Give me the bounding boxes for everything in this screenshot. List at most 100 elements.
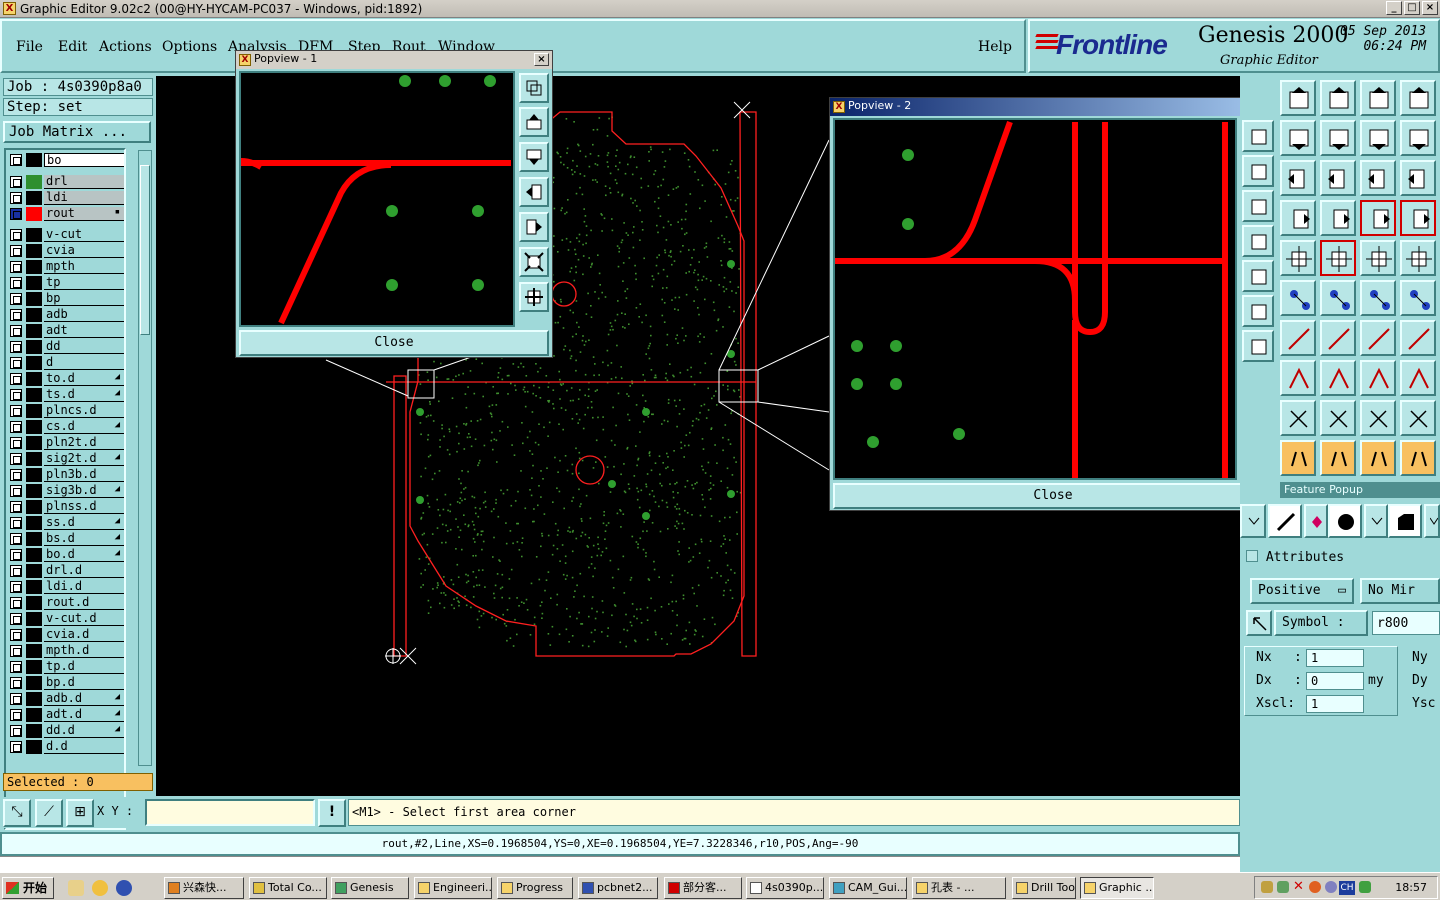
layer-checkbox[interactable]: [10, 154, 22, 166]
layer-color-swatch[interactable]: [26, 340, 42, 354]
layer-name[interactable]: adt: [44, 324, 124, 338]
popview-pan-down-button[interactable]: [519, 142, 549, 172]
view-up-icon[interactable]: [1242, 155, 1274, 187]
layer-color-swatch[interactable]: [26, 468, 42, 482]
layer-color-swatch[interactable]: [26, 244, 42, 258]
layer-checkbox[interactable]: [10, 176, 22, 188]
taskbar-task-8[interactable]: CAM_Gui...: [829, 877, 907, 899]
layer-row-adb[interactable]: adb: [8, 308, 124, 322]
layer-row-bp[interactable]: bp: [8, 292, 124, 306]
text-f-icon[interactable]: [1400, 320, 1436, 356]
layer-color-swatch[interactable]: [26, 388, 42, 402]
layer-checkbox[interactable]: [10, 437, 22, 449]
fit-view-icon[interactable]: [1242, 120, 1274, 152]
layer-checkbox[interactable]: [10, 517, 22, 529]
layer-color-swatch[interactable]: [26, 676, 42, 690]
arc-icon[interactable]: [1360, 320, 1396, 356]
line-shape-button[interactable]: [1268, 504, 1302, 538]
layer-color-swatch[interactable]: [26, 404, 42, 418]
layer-color-swatch[interactable]: [26, 175, 42, 189]
layer-color-swatch[interactable]: [26, 484, 42, 498]
layer-color-swatch[interactable]: [26, 708, 42, 722]
layer-name[interactable]: rout.d: [44, 596, 124, 610]
layer-color-swatch[interactable]: [26, 564, 42, 578]
layer-row-dd[interactable]: dd: [8, 340, 124, 354]
window-icon[interactable]: [1400, 80, 1436, 116]
layer-row-drl.d[interactable]: drl.d: [8, 564, 124, 578]
layer-name[interactable]: pln3b.d: [44, 468, 124, 482]
layer-row-bo.d[interactable]: bo.d ◢: [8, 548, 124, 562]
taskbar-task-7[interactable]: 4s0390p...: [746, 877, 824, 899]
symbol-input[interactable]: [1372, 611, 1440, 635]
layer-row-adt.d[interactable]: adt.d ◢: [8, 708, 124, 722]
measure-button[interactable]: ⟋: [35, 799, 63, 827]
layer-color-swatch[interactable]: [26, 532, 42, 546]
layer-name[interactable]: bo: [44, 153, 124, 167]
popview-1-titlebar[interactable]: X Popview - 1 ×: [236, 51, 552, 69]
layer-checkbox[interactable]: [10, 677, 22, 689]
layer-checkbox[interactable]: [10, 549, 22, 561]
taskbar-task-1[interactable]: Total Co...: [249, 877, 327, 899]
popview-1-close-button[interactable]: Close: [239, 330, 549, 356]
layer-name[interactable]: v-cut: [44, 228, 124, 242]
angle-icon[interactable]: [1280, 320, 1316, 356]
layer-row-ss.d[interactable]: ss.d ◢: [8, 516, 124, 530]
layer-checkbox[interactable]: [10, 229, 22, 241]
layer-name[interactable]: d.d: [44, 740, 124, 754]
popview-pan-right-button[interactable]: [519, 212, 549, 242]
layer-checkbox[interactable]: [10, 373, 22, 385]
tray-security-icon[interactable]: [1359, 881, 1371, 893]
taskbar-task-11[interactable]: Graphic ...: [1080, 877, 1154, 899]
layer-color-swatch[interactable]: [26, 740, 42, 754]
shapes-icon[interactable]: [1400, 360, 1436, 396]
layer-color-swatch[interactable]: [26, 452, 42, 466]
layer-row-tp.d[interactable]: tp.d: [8, 660, 124, 674]
palette-icon[interactable]: [1360, 200, 1396, 236]
maximize-button[interactable]: □: [1404, 1, 1420, 15]
view-right-icon[interactable]: [1242, 260, 1274, 292]
layer-color-swatch[interactable]: [26, 596, 42, 610]
snap-icon[interactable]: [1280, 360, 1316, 396]
layer-checkbox[interactable]: [10, 741, 22, 753]
layer-row-adt[interactable]: adt: [8, 324, 124, 338]
layer-color-swatch[interactable]: [26, 660, 42, 674]
layer-color-swatch[interactable]: [26, 191, 42, 205]
pan-icon[interactable]: [1320, 160, 1356, 196]
more-dropdown-button[interactable]: [1424, 504, 1440, 538]
layer-checkbox[interactable]: [10, 501, 22, 513]
layer-name[interactable]: adb: [44, 308, 124, 322]
layer-row-mpth[interactable]: mpth: [8, 260, 124, 274]
layer-color-swatch[interactable]: [26, 324, 42, 338]
dot-icon[interactable]: [1400, 240, 1436, 276]
layer-row-d.d[interactable]: d.d: [8, 740, 124, 754]
scrollbar-thumb[interactable]: [140, 165, 150, 335]
layer-row-ts.d[interactable]: ts.d ◢: [8, 388, 124, 402]
layer-checkbox[interactable]: [10, 341, 22, 353]
layer-checkbox[interactable]: [10, 709, 22, 721]
help-icon[interactable]: [1400, 160, 1436, 196]
layer-checkbox[interactable]: [10, 208, 22, 220]
layer-row-to.d[interactable]: to.d ◢: [8, 372, 124, 386]
layer-row-v-cut[interactable]: v-cut: [8, 228, 124, 242]
layer-row-tp[interactable]: tp: [8, 276, 124, 290]
layer-color-swatch[interactable]: [26, 260, 42, 274]
circle-shape-button[interactable]: [1328, 504, 1362, 538]
dimension-icon[interactable]: [1360, 360, 1396, 396]
layer-row-bs.d[interactable]: bs.d ◢: [8, 532, 124, 546]
menu-file[interactable]: File: [16, 39, 43, 55]
symbol-pick-button[interactable]: [1246, 610, 1272, 636]
attributes-checkbox[interactable]: [1246, 550, 1258, 562]
cross-icon[interactable]: [1320, 280, 1356, 316]
zoom-out-icon[interactable]: [1242, 330, 1274, 362]
pointer-alt-icon[interactable]: [1360, 440, 1396, 476]
layer-checkbox[interactable]: [10, 725, 22, 737]
minus-icon[interactable]: [1320, 360, 1356, 396]
connect-alt-icon[interactable]: [1400, 280, 1436, 316]
layer-checkbox[interactable]: [10, 293, 22, 305]
show-desktop-icon[interactable]: [68, 880, 84, 896]
layer-row-sig2t.d[interactable]: sig2t.d ◢: [8, 452, 124, 466]
layer-name[interactable]: v-cut.d: [44, 612, 124, 626]
layer-color-swatch[interactable]: [26, 612, 42, 626]
layer-row-pln3b.d[interactable]: pln3b.d: [8, 468, 124, 482]
layer-name[interactable]: bp: [44, 292, 124, 306]
